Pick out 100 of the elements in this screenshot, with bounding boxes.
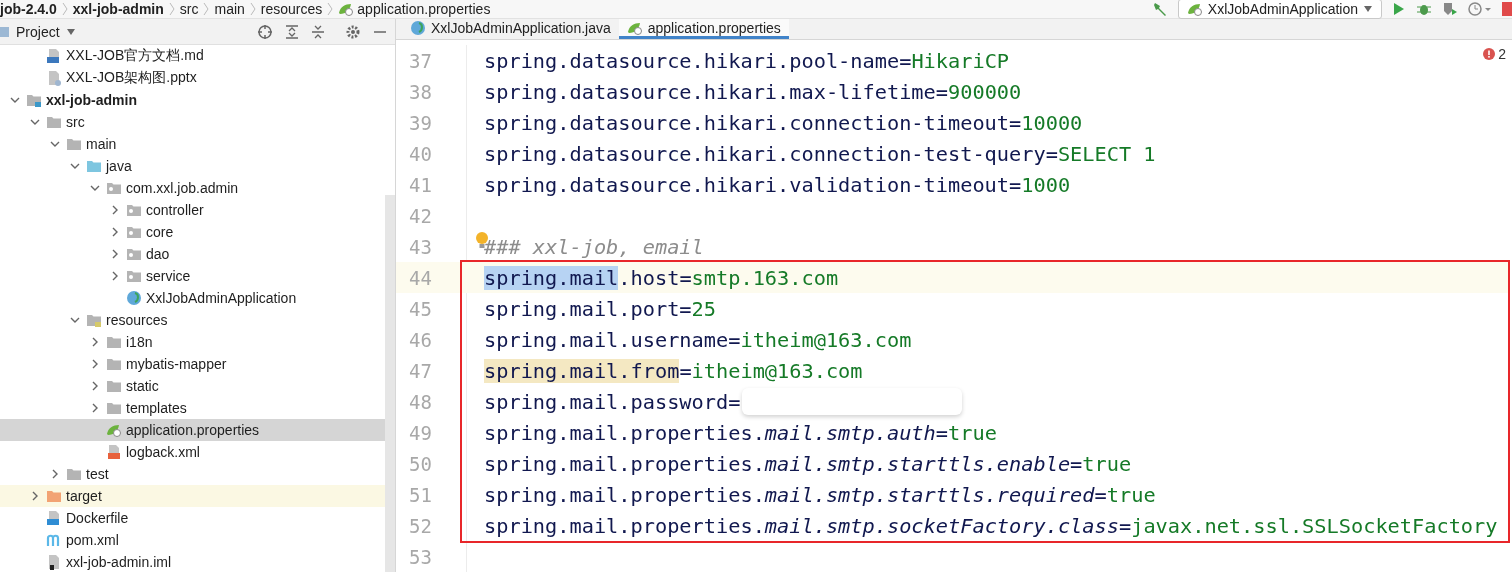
breadcrumb[interactable]: application.properties (338, 1, 491, 17)
property-key: spring.mail (484, 265, 619, 290)
property-key: spring.mail.properties. (484, 420, 765, 445)
docker-file-icon (46, 510, 62, 526)
problems-indicator[interactable]: 2 (1483, 46, 1506, 62)
tree-item[interactable]: static (0, 375, 385, 397)
line-number: 42 (408, 203, 433, 229)
property-value: 25 (691, 296, 716, 321)
tree-item[interactable]: main (0, 133, 385, 155)
editor-tab[interactable]: XxlJobAdminApplication.java (402, 19, 619, 39)
line-number: 39 (408, 110, 433, 136)
property-key: mail.smtp.auth (764, 420, 936, 445)
clock-icon[interactable] (1468, 1, 1492, 17)
breadcrumb[interactable]: resources (260, 1, 323, 17)
property-key: spring.mail.port= (484, 296, 692, 321)
line-number: 49 (408, 420, 433, 446)
property-value: 900000 (948, 79, 1022, 104)
property-key: mail.smtp.starttls.enable (764, 451, 1071, 476)
property-key: spring.mail.properties. (484, 513, 765, 538)
breadcrumb[interactable]: xxl-job-admin (72, 1, 164, 17)
property-key: mail.smtp.starttls.required (764, 482, 1095, 507)
package-icon (126, 268, 142, 284)
property-key: spring.datasource.hikari.connection-test-query= (484, 141, 1058, 166)
tree-item[interactable]: logback.xml (0, 441, 385, 463)
tree-item[interactable]: xxl-job-admin.iml (0, 551, 385, 572)
tree-item[interactable]: target (0, 485, 385, 507)
folder-icon (106, 334, 122, 350)
tree-item[interactable]: src (0, 111, 385, 133)
tree-item[interactable]: java (0, 155, 385, 177)
package-icon (126, 246, 142, 262)
expand-all-icon[interactable] (285, 23, 299, 40)
tree-item[interactable]: pom.xml (0, 529, 385, 551)
line-number: 46 (408, 327, 433, 353)
caret-icon (1363, 5, 1373, 13)
folder-icon (66, 466, 82, 482)
line-number: 53 (408, 544, 433, 570)
property-key: = (1094, 482, 1107, 507)
caret-icon (65, 27, 76, 36)
tree-item[interactable]: application.properties (0, 419, 385, 441)
line-number: 51 (408, 482, 433, 508)
line-number: 45 (408, 296, 433, 322)
collapse-all-icon[interactable] (311, 23, 325, 40)
tree-item[interactable]: XxlJobAdminApplication (0, 287, 385, 309)
project-view-selector[interactable]: Project (0, 23, 76, 40)
locate-icon[interactable] (257, 23, 273, 40)
property-key: .host= (618, 265, 692, 290)
property-value: itheim@163.com (740, 327, 912, 352)
folder-icon (86, 158, 102, 174)
error-icon (1483, 48, 1496, 60)
run-icon[interactable] (1392, 1, 1406, 17)
tree-item[interactable]: Dockerfile (0, 507, 385, 529)
settings-icon[interactable] (345, 23, 361, 40)
class-icon (410, 19, 426, 36)
tree-item[interactable]: XXL-JOB官方文档.md (0, 45, 385, 67)
markdown-file-icon (46, 48, 62, 64)
property-key: spring.mail.from (484, 358, 680, 383)
folder-icon (86, 312, 102, 328)
tree-item[interactable]: controller (0, 199, 385, 221)
folder-icon (46, 114, 62, 130)
property-key: spring.mail.properties. (484, 482, 765, 507)
editor-tab[interactable]: application.properties (618, 19, 789, 39)
tree-item[interactable]: test (0, 463, 385, 485)
class-icon (126, 290, 142, 306)
line-number: 38 (408, 79, 433, 105)
tree-item[interactable]: core (0, 221, 385, 243)
xml-file-icon (106, 444, 122, 460)
package-icon (106, 180, 122, 196)
properties-file-icon (1186, 1, 1203, 17)
tree-item[interactable]: service (0, 265, 385, 287)
breadcrumb[interactable]: src (179, 1, 199, 17)
property-key: = (679, 358, 692, 383)
property-key: spring.mail.username= (484, 327, 741, 352)
property-value: true (1082, 451, 1132, 476)
tree-item[interactable]: i18n (0, 331, 385, 353)
tree-item[interactable]: mybatis-mapper (0, 353, 385, 375)
line-number: 37 (408, 48, 433, 74)
property-value: HikariCP (911, 48, 1010, 73)
line-number: 52 (408, 513, 433, 539)
breadcrumb[interactable]: job-2.4.0 (0, 1, 57, 17)
property-key: spring.datasource.hikari.pool-name= (484, 48, 912, 73)
run-configuration-dropdown[interactable]: XxlJobAdminApplication (1177, 0, 1382, 19)
tree-item[interactable]: resources (0, 309, 385, 331)
panel-icon (0, 24, 10, 39)
tree-item[interactable]: templates (0, 397, 385, 419)
tree-item[interactable]: XXL-JOB架构图.pptx (0, 67, 385, 89)
package-icon (126, 224, 142, 240)
tree-item[interactable]: com.xxl.job.admin (0, 177, 385, 199)
folder-icon (46, 488, 62, 504)
tree-item[interactable]: xxl-job-admin (0, 89, 385, 111)
shield-icon[interactable] (1442, 1, 1458, 17)
breadcrumb[interactable]: main (214, 1, 245, 17)
property-value: true (948, 420, 997, 445)
property-value: true (1106, 482, 1156, 507)
property-key: = (1070, 451, 1083, 476)
property-value: SELECT 1 (1057, 141, 1156, 166)
code-comment: ### xxl-job, email (484, 234, 704, 259)
property-key: spring.mail.properties. (484, 451, 765, 476)
scrollbar[interactable] (385, 195, 395, 572)
tree-item[interactable]: dao (0, 243, 385, 265)
property-key: = (935, 420, 948, 445)
